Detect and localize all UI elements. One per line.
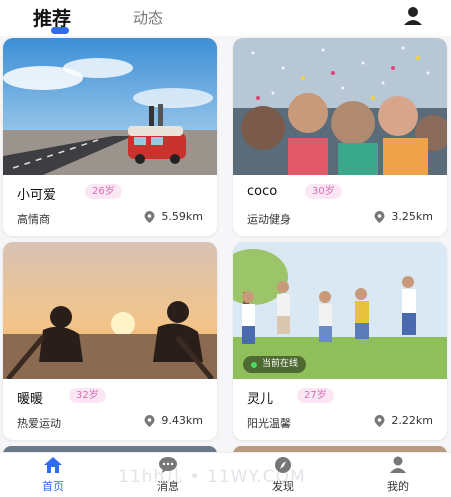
distance: 9.43km xyxy=(144,414,203,427)
age-badge: 30岁 xyxy=(305,184,342,199)
home-icon xyxy=(44,457,62,473)
profile-tag: 运动健身 xyxy=(247,213,291,226)
age-badge: 27岁 xyxy=(297,388,334,403)
distance-value: 5.59km xyxy=(161,210,203,223)
profile-photo xyxy=(3,38,217,175)
location-icon xyxy=(374,210,385,223)
profile-name: coco xyxy=(247,184,278,199)
profile-tag: 热爱运动 xyxy=(17,417,61,430)
location-icon xyxy=(144,210,155,223)
location-icon xyxy=(374,414,385,427)
location-icon xyxy=(144,414,155,427)
profile-card[interactable]: coco 30岁 运动健身 3.25km xyxy=(233,38,447,236)
nav-label: 首页 xyxy=(42,480,64,493)
distance-value: 3.25km xyxy=(391,210,433,223)
profile-card[interactable]: 暖暖 32岁 热爱运动 9.43km xyxy=(3,242,217,440)
tab-indicator xyxy=(51,27,69,34)
distance: 3.25km xyxy=(374,210,433,223)
profile-tag: 阳光温馨 xyxy=(247,417,291,430)
user-icon[interactable] xyxy=(402,6,424,26)
nav-label: 我的 xyxy=(387,480,409,493)
distance: 2.22km xyxy=(374,414,433,427)
age-badge: 26岁 xyxy=(85,184,122,199)
distance-value: 2.22km xyxy=(391,414,433,427)
profile-icon xyxy=(390,456,406,473)
online-label: 当前在线 xyxy=(262,359,299,369)
profile-photo xyxy=(3,242,217,379)
nav-profile[interactable]: 我的 xyxy=(358,456,438,494)
watermark: 11hh儿 • 11WY.COM xyxy=(118,467,306,487)
top-bar: 推荐 动态 xyxy=(0,0,451,36)
profile-name: 暖暖 xyxy=(17,392,44,407)
tab-dynamics[interactable]: 动态 xyxy=(133,7,163,28)
profile-card[interactable]: 小可爱 26岁 高情商 5.59km xyxy=(3,38,217,236)
profile-card[interactable]: 当前在线 灵儿 27岁 阳光温馨 2.22km xyxy=(233,242,447,440)
profile-photo xyxy=(233,38,447,175)
online-dot xyxy=(251,361,257,368)
age-badge: 32岁 xyxy=(69,388,106,403)
distance-value: 9.43km xyxy=(161,414,203,427)
online-status: 当前在线 xyxy=(243,356,307,373)
profile-tag: 高情商 xyxy=(17,213,50,226)
distance: 5.59km xyxy=(144,210,203,223)
nav-home[interactable]: 首页 xyxy=(13,456,93,494)
profile-name: 小可爱 xyxy=(17,188,57,203)
profile-name: 灵儿 xyxy=(247,392,274,407)
